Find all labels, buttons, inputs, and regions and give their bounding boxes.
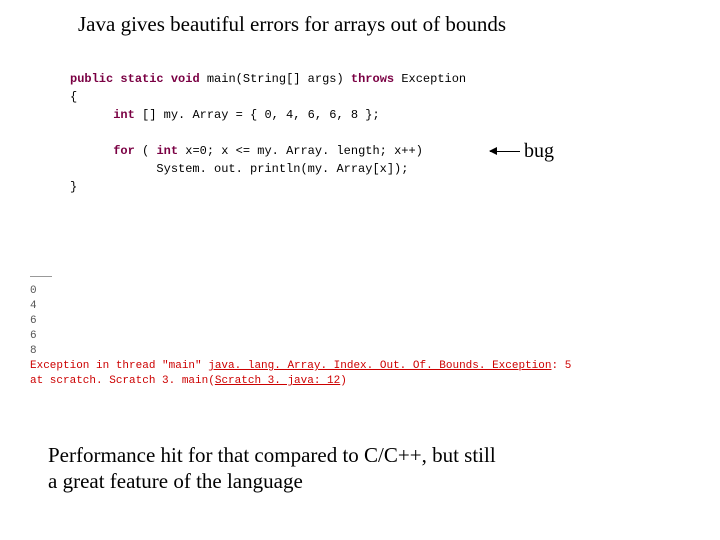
stack-link: Scratch 3. java: 12 — [215, 375, 340, 387]
code-text: } — [70, 178, 466, 196]
code-text: System. out. println(my. Array[x]); — [156, 162, 408, 176]
code-text: [] my. Array = { 0, 4, 6, 6, 8 }; — [142, 108, 380, 122]
code-text: Exception — [401, 72, 466, 86]
stack-indent: at scratch. Scratch 3. main( — [30, 375, 215, 387]
keyword-int: int — [156, 144, 178, 158]
console-output: 0 4 6 6 8 Exception in thread "main" jav… — [30, 284, 571, 389]
code-text: x=0; x <= my. Array. length; x++) — [185, 144, 423, 158]
exception-line: Exception in thread "main" java. lang. A… — [30, 359, 571, 374]
output-line: 6 — [30, 314, 571, 329]
keyword-for: for — [113, 144, 135, 158]
bug-label: bug — [524, 140, 554, 163]
separator — [30, 276, 52, 277]
exception-suffix: : 5 — [552, 360, 572, 372]
keyword-throws: throws — [351, 72, 394, 86]
output-line: 4 — [30, 299, 571, 314]
keyword-public: public — [70, 72, 113, 86]
stack-trace-line: at scratch. Scratch 3. main(Scratch 3. j… — [30, 374, 571, 389]
exception-prefix: Exception in thread "main" — [30, 360, 208, 372]
exception-class: java. lang. Array. Index. Out. Of. Bound… — [208, 360, 551, 372]
code-text: ( — [142, 144, 156, 158]
slide-title: Java gives beautiful errors for arrays o… — [78, 12, 506, 37]
stack-tail: ) — [340, 375, 347, 387]
output-line: 0 — [30, 284, 571, 299]
arrow-left-icon — [490, 151, 520, 152]
keyword-void: void — [171, 72, 200, 86]
code-block: public static void main(String[] args) t… — [70, 70, 466, 196]
footer-line: Performance hit for that compared to C/C… — [48, 442, 608, 468]
output-line: 6 — [30, 329, 571, 344]
keyword-int: int — [113, 108, 135, 122]
footer-line: a great feature of the language — [48, 468, 608, 494]
code-text: { — [70, 88, 466, 106]
code-text: main(String[] args) — [207, 72, 351, 86]
footer-text: Performance hit for that compared to C/C… — [48, 442, 608, 494]
output-line: 8 — [30, 344, 571, 359]
bug-annotation: bug — [490, 140, 554, 163]
keyword-static: static — [120, 72, 163, 86]
